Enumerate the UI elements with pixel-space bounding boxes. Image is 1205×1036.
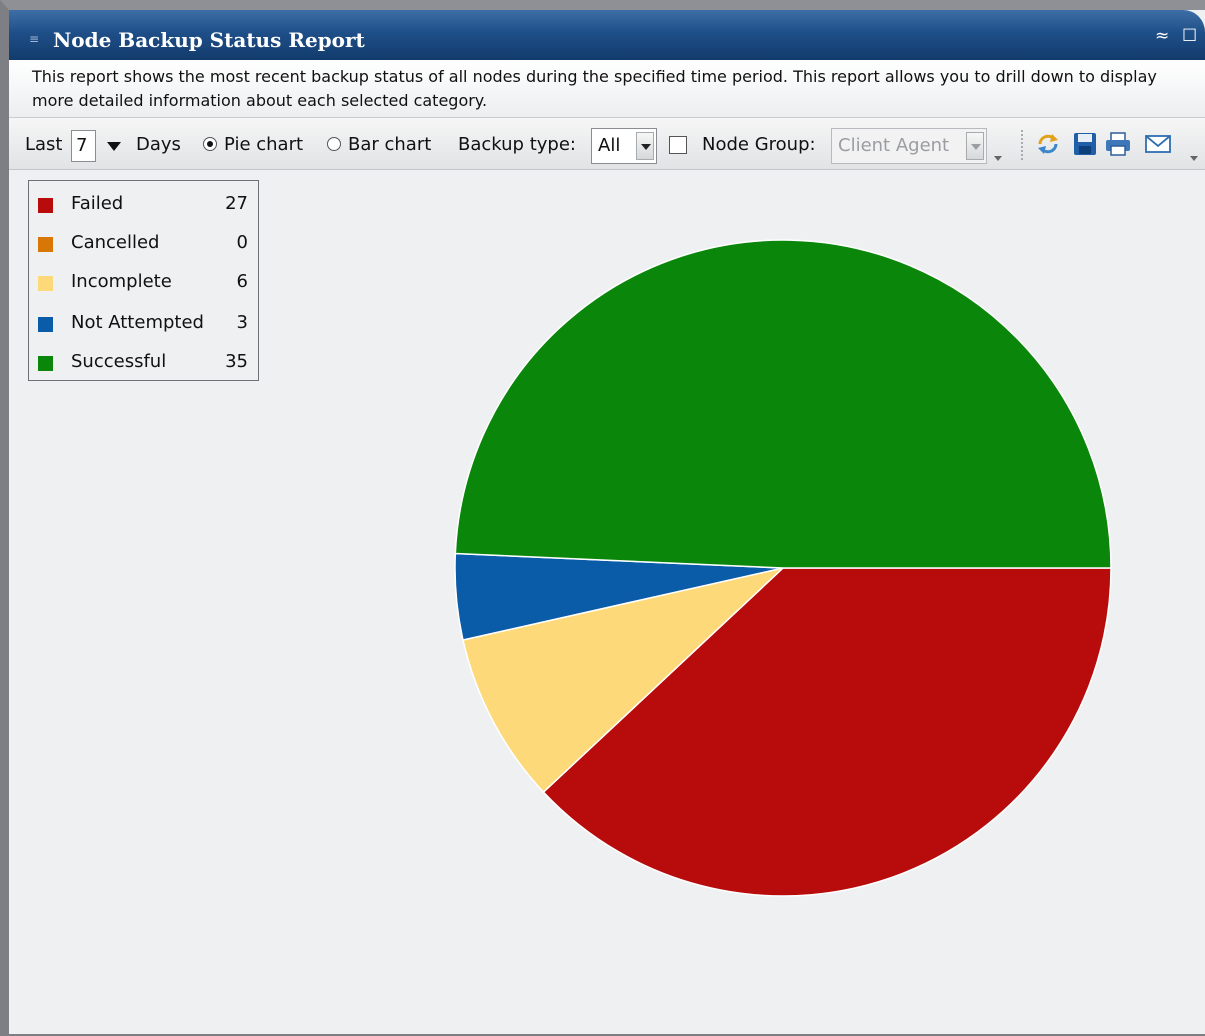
pie-slice-successful[interactable]: [454, 239, 1112, 569]
pie-chart: [454, 239, 1112, 897]
